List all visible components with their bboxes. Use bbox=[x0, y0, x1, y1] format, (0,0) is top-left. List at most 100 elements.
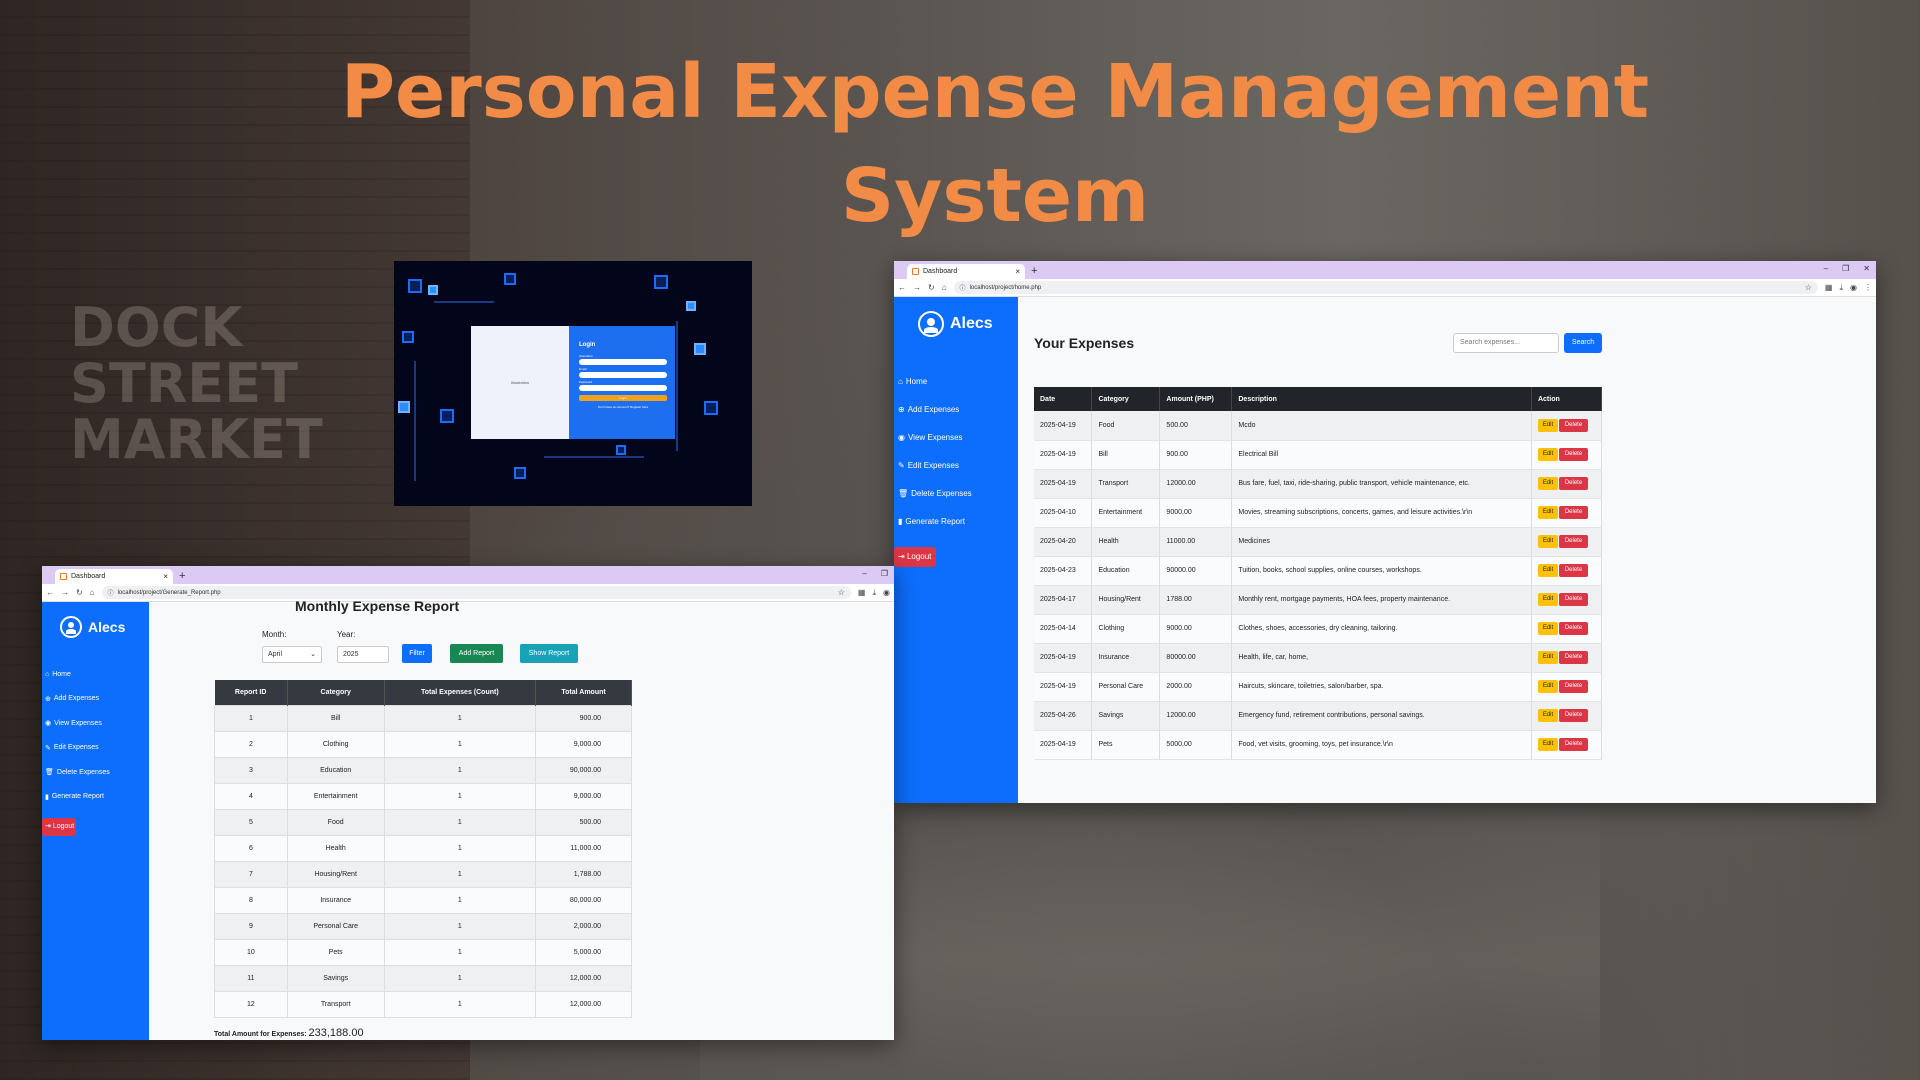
edit-button[interactable]: Edit bbox=[1537, 709, 1558, 722]
profile-icon[interactable]: ◉ bbox=[883, 588, 890, 597]
back-icon[interactable]: ← bbox=[898, 283, 906, 292]
table-row: 6 Health 1 11,000.00 bbox=[214, 834, 632, 862]
edit-button[interactable]: Edit bbox=[1537, 593, 1558, 606]
password-field[interactable] bbox=[579, 385, 667, 391]
show-report-button[interactable]: Show Report bbox=[520, 644, 578, 663]
cell-amount: 5000.00 bbox=[1159, 730, 1233, 760]
brand[interactable]: Alecs bbox=[918, 311, 993, 337]
edit-button[interactable]: Edit bbox=[1537, 477, 1558, 490]
minimize-icon[interactable]: – bbox=[862, 569, 866, 578]
sidebar-item-delete-expenses[interactable]: 🗑 Delete Expenses bbox=[898, 479, 972, 507]
sidebar-item-generate-report[interactable]: ▮ Generate Report bbox=[45, 785, 110, 810]
column-header-date: Date bbox=[1034, 387, 1093, 411]
close-tab-icon[interactable]: × bbox=[1015, 267, 1020, 276]
cell-action: Edit Delete bbox=[1531, 440, 1603, 470]
edit-button[interactable]: Edit bbox=[1537, 651, 1558, 664]
maximize-icon[interactable]: ❐ bbox=[1842, 264, 1849, 273]
profile-icon[interactable]: ◉ bbox=[1850, 283, 1857, 292]
bookmark-star-icon[interactable]: ☆ bbox=[838, 588, 845, 597]
sidebar-item-view-expenses[interactable]: ◉ View Expenses bbox=[898, 423, 972, 451]
logout-button[interactable]: ⇥ Logout bbox=[894, 547, 936, 567]
hero-title-line-2: System bbox=[840, 153, 1150, 239]
username-field[interactable] bbox=[579, 359, 667, 365]
home-browser-icon[interactable]: ⌂ bbox=[90, 588, 95, 597]
search-button[interactable]: Search bbox=[1564, 333, 1602, 353]
table-row: 12 Transport 1 12,000.00 bbox=[214, 990, 632, 1018]
register-link[interactable]: Don't have an account? Register here bbox=[579, 405, 667, 409]
sidebar-item-add-expenses[interactable]: ⊕ Add Expenses bbox=[45, 687, 110, 712]
minimize-icon[interactable]: – bbox=[1824, 264, 1828, 273]
delete-button[interactable]: Delete bbox=[1558, 506, 1588, 519]
address-bar[interactable]: ⓘ localhost/project/Generate_Report.php … bbox=[101, 586, 851, 599]
address-bar[interactable]: ⓘ localhost/project/home.php ☆ bbox=[953, 281, 1818, 294]
reload-icon[interactable]: ↻ bbox=[76, 588, 83, 597]
sidebar-item-home[interactable]: ⌂ Home bbox=[898, 367, 972, 395]
close-tab-icon[interactable]: × bbox=[163, 572, 168, 581]
edit-button[interactable]: Edit bbox=[1537, 564, 1558, 577]
url-text: localhost/project/home.php bbox=[969, 284, 1042, 291]
bookmark-star-icon[interactable]: ☆ bbox=[1805, 283, 1812, 292]
new-tab-icon[interactable]: + bbox=[1031, 265, 1037, 277]
forward-icon[interactable]: → bbox=[61, 588, 69, 597]
delete-button[interactable]: Delete bbox=[1558, 709, 1588, 722]
edit-button[interactable]: Edit bbox=[1537, 448, 1558, 461]
user-avatar-icon bbox=[918, 311, 944, 337]
sidebar-item-edit-expenses[interactable]: ✎ Edit Expenses bbox=[45, 736, 110, 761]
browser-tab[interactable]: Dashboard × bbox=[907, 264, 1025, 279]
delete-button[interactable]: Delete bbox=[1558, 535, 1588, 548]
edit-button[interactable]: Edit bbox=[1537, 622, 1558, 635]
table-row: 11 Savings 1 12,000.00 bbox=[214, 964, 632, 992]
cell-report-id: 1 bbox=[214, 704, 288, 732]
download-icon[interactable]: ⤓ bbox=[1839, 283, 1843, 293]
browser-toolbar: ← → ↻ ⌂ ⓘ localhost/project/home.php ☆ ▦… bbox=[894, 279, 1876, 297]
month-select[interactable]: April ⌄ bbox=[262, 646, 322, 663]
delete-button[interactable]: Delete bbox=[1558, 593, 1588, 606]
cell-amount: 900.00 bbox=[1159, 440, 1233, 470]
logout-button[interactable]: ⇥ Logout bbox=[42, 818, 76, 836]
delete-button[interactable]: Delete bbox=[1558, 680, 1588, 693]
delete-button[interactable]: Delete bbox=[1558, 622, 1588, 635]
home-browser-icon[interactable]: ⌂ bbox=[942, 283, 947, 292]
edit-button[interactable]: Edit bbox=[1537, 506, 1558, 519]
add-report-button[interactable]: Add Report bbox=[450, 644, 503, 663]
sidebar-item-edit-expenses[interactable]: ✎ Edit Expenses bbox=[898, 451, 972, 479]
sidebar-item-generate-report[interactable]: ▮ Generate Report bbox=[898, 507, 972, 535]
extension-icon[interactable]: ▦ bbox=[1825, 283, 1833, 292]
sidebar-item-view-expenses[interactable]: ◉ View Expenses bbox=[45, 711, 110, 736]
edit-button[interactable]: Edit bbox=[1537, 535, 1558, 548]
total-value: 233,188.00 bbox=[308, 1027, 364, 1039]
download-icon[interactable]: ⤓ bbox=[872, 588, 876, 598]
edit-button[interactable]: Edit bbox=[1537, 418, 1558, 432]
reload-icon[interactable]: ↻ bbox=[928, 283, 935, 292]
login-button[interactable]: Login bbox=[579, 395, 667, 401]
delete-button[interactable]: Delete bbox=[1558, 738, 1588, 751]
delete-button[interactable]: Delete bbox=[1558, 477, 1588, 490]
delete-button[interactable]: Delete bbox=[1558, 418, 1588, 432]
extension-icon[interactable]: ▦ bbox=[858, 588, 866, 597]
edit-button[interactable]: Edit bbox=[1537, 738, 1558, 751]
site-info-icon[interactable]: ⓘ bbox=[960, 283, 966, 292]
search-input[interactable]: Search expenses... bbox=[1453, 333, 1559, 353]
delete-button[interactable]: Delete bbox=[1558, 564, 1588, 577]
menu-icon[interactable]: ⋮ bbox=[1864, 283, 1872, 292]
decor-tile bbox=[654, 275, 668, 289]
delete-button[interactable]: Delete bbox=[1558, 448, 1588, 461]
new-tab-icon[interactable]: + bbox=[179, 570, 185, 582]
site-info-icon[interactable]: ⓘ bbox=[108, 588, 114, 597]
filter-button[interactable]: Filter bbox=[402, 644, 432, 663]
browser-tab[interactable]: Dashboard × bbox=[55, 569, 173, 584]
cell-report-id: 12 bbox=[214, 990, 288, 1018]
sidebar-item-delete-expenses[interactable]: 🗑 Delete Expenses bbox=[45, 760, 110, 785]
edit-button[interactable]: Edit bbox=[1537, 680, 1558, 693]
forward-icon[interactable]: → bbox=[913, 283, 921, 292]
sidebar-item-add-expenses[interactable]: ⊕ Add Expenses bbox=[898, 395, 972, 423]
close-window-icon[interactable]: ✕ bbox=[1863, 264, 1870, 273]
brand[interactable]: Alecs bbox=[60, 616, 125, 638]
back-icon[interactable]: ← bbox=[46, 588, 54, 597]
month-value: April bbox=[268, 651, 283, 658]
delete-button[interactable]: Delete bbox=[1558, 651, 1588, 664]
sidebar-item-home[interactable]: ⌂ Home bbox=[45, 662, 110, 687]
email-field[interactable] bbox=[579, 372, 667, 378]
year-input[interactable]: 2025 bbox=[337, 646, 389, 663]
maximize-icon[interactable]: ❐ bbox=[881, 569, 888, 578]
